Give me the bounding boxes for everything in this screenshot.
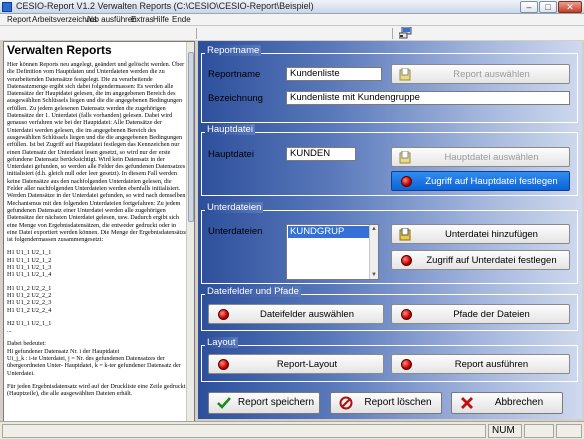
select-fields-button[interactable]: Dateifelder auswählen — [208, 304, 384, 324]
unterdateien-label: Unterdateien — [208, 226, 263, 237]
folder-document-icon — [399, 68, 411, 81]
menu-report[interactable]: Report — [7, 15, 31, 24]
menu-bar: Report Arbeitsverzeichnis Job ausführen … — [0, 14, 584, 26]
red-x-icon — [461, 397, 473, 409]
help-scrollbar[interactable] — [186, 42, 194, 422]
red-circle-icon — [401, 255, 412, 266]
delete-report-button[interactable]: Report löschen — [330, 392, 442, 414]
run-report-button[interactable]: Report ausführen — [391, 354, 570, 374]
close-button[interactable]: ✕ — [558, 1, 582, 13]
toolbar-separator — [392, 28, 393, 39]
window-title: CESIO-Report V1.2 Verwalten Reports (C:\… — [16, 1, 314, 11]
select-fields-label: Dateifelder auswählen — [259, 309, 354, 320]
select-hauptdatei-button[interactable]: Hauptdatei auswählen — [391, 147, 570, 167]
red-circle-icon — [401, 176, 412, 187]
section-title: Hauptdatei — [205, 124, 255, 135]
unterdatei-access-label: Zugriff auf Unterdatei festlegen — [426, 255, 557, 266]
help-text: Hier können Reports neu angelegt, geände… — [7, 61, 187, 403]
add-unterdatei-button[interactable]: Unterdatei hinzufügen — [391, 224, 570, 244]
reportname-label: Reportname — [208, 69, 261, 80]
help-paragraph: Dabei bedeutet: Hi gefundener Datensatz … — [7, 340, 181, 377]
select-hauptdatei-label: Hauptdatei auswählen — [444, 152, 539, 163]
section-title: Reportname — [205, 45, 262, 56]
red-circle-icon — [401, 309, 412, 320]
description-input[interactable]: Kundenliste mit Kundengruppe — [286, 91, 570, 105]
toolbar-separator — [196, 28, 197, 39]
section-title: Unterdateien — [205, 202, 264, 213]
help-paragraph: H2 U1_1 U2_1_1 ... — [7, 319, 52, 335]
save-report-button[interactable]: Report speichern — [208, 392, 320, 414]
list-item[interactable]: KUNDGRUP — [288, 226, 377, 238]
no-entry-icon — [339, 396, 353, 410]
red-circle-icon — [401, 359, 412, 370]
computer-tool-icon[interactable] — [398, 26, 412, 39]
folder-document-icon — [399, 151, 411, 164]
scrollbar-thumb[interactable] — [188, 52, 194, 222]
hauptdatei-label: Hauptdatei — [208, 149, 254, 160]
section-hauptdatei: Hauptdatei Hauptdatei KUNDEN Hauptdatei … — [201, 124, 578, 196]
report-form: Reportname Reportname Kundenliste Report… — [198, 41, 582, 419]
add-unterdatei-label: Unterdatei hinzufügen — [445, 229, 538, 240]
file-paths-button[interactable]: Pfade der Dateien — [391, 304, 570, 324]
scroll-up-icon[interactable]: ▲ — [371, 226, 377, 232]
help-paragraph: Für jeden Ergebnisdatensatz wird auf der… — [7, 382, 186, 398]
menu-extras[interactable]: Extras — [131, 15, 154, 24]
section-dateifelder: Dateifelder und Pfade Dateifelder auswäh… — [201, 286, 578, 331]
minimize-button[interactable]: – — [520, 1, 538, 13]
maximize-button[interactable]: □ — [539, 1, 557, 13]
section-title: Layout — [205, 337, 238, 348]
help-pane: Verwalten Reports Hier können Reports ne… — [3, 41, 195, 423]
help-paragraph: Hier können Reports neu angelegt, geände… — [7, 61, 187, 244]
menu-job-ausfuehren[interactable]: Job ausführen — [86, 15, 137, 24]
select-report-button[interactable]: Report auswählen — [391, 64, 570, 84]
title-bar: CESIO-Report V1.2 Verwalten Reports (C:\… — [0, 0, 584, 14]
run-report-label: Report ausführen — [454, 359, 529, 370]
delete-report-label: Report löschen — [364, 397, 432, 408]
description-label: Bezeichnung — [208, 93, 263, 104]
report-layout-label: Report-Layout — [276, 359, 338, 370]
help-paragraph: H1 U1_2 U2_2_1 H1 U1_2 U2_2_2 H1 U1_2 U2… — [7, 284, 52, 314]
menu-ende[interactable]: Ende — [172, 15, 191, 24]
unterdateien-list[interactable]: KUNDGRUP ▲ ▼ — [286, 224, 379, 280]
file-paths-label: Pfade der Dateien — [453, 309, 530, 320]
status-cell — [524, 424, 554, 438]
section-reportname: Reportname Reportname Kundenliste Report… — [201, 45, 578, 123]
hauptdatei-input[interactable]: KUNDEN — [286, 147, 356, 161]
folder-add-icon — [399, 228, 411, 241]
section-unterdateien: Unterdateien Unterdateien KUNDGRUP ▲ ▼ U… — [201, 202, 578, 284]
red-circle-icon — [218, 309, 229, 320]
toolbar — [0, 26, 584, 40]
num-lock-indicator: NUM — [488, 424, 522, 438]
section-title: Dateifelder und Pfade — [205, 286, 301, 297]
hauptdatei-access-label: Zugriff auf Hauptdatei festlegen — [425, 176, 558, 187]
checkmark-icon — [217, 397, 231, 409]
save-report-label: Report speichern — [237, 397, 315, 408]
status-message — [2, 424, 486, 438]
report-layout-button[interactable]: Report-Layout — [208, 354, 384, 374]
status-cell — [556, 424, 582, 438]
help-title: Verwalten Reports — [7, 43, 112, 57]
app-icon — [2, 2, 12, 12]
cancel-label: Abbrechen — [494, 397, 544, 408]
scroll-down-icon[interactable]: ▼ — [371, 272, 377, 278]
select-report-label: Report auswählen — [453, 69, 530, 80]
help-paragraph: H1 U1_1 U2_1_1 H1 U1_1 U2_1_2 H1 U1_1 U2… — [7, 249, 52, 279]
red-circle-icon — [218, 359, 229, 370]
status-bar: NUM — [0, 421, 584, 439]
hauptdatei-access-button[interactable]: Zugriff auf Hauptdatei festlegen — [391, 171, 570, 191]
menu-hilfe[interactable]: Hilfe — [153, 15, 169, 24]
section-layout: Layout Report-Layout Report ausführen — [201, 337, 578, 382]
list-scrollbar[interactable]: ▲ ▼ — [369, 225, 378, 279]
reportname-input[interactable]: Kundenliste — [286, 67, 382, 81]
unterdatei-access-button[interactable]: Zugriff auf Unterdatei festlegen — [391, 250, 570, 270]
cancel-button[interactable]: Abbrechen — [451, 392, 563, 414]
